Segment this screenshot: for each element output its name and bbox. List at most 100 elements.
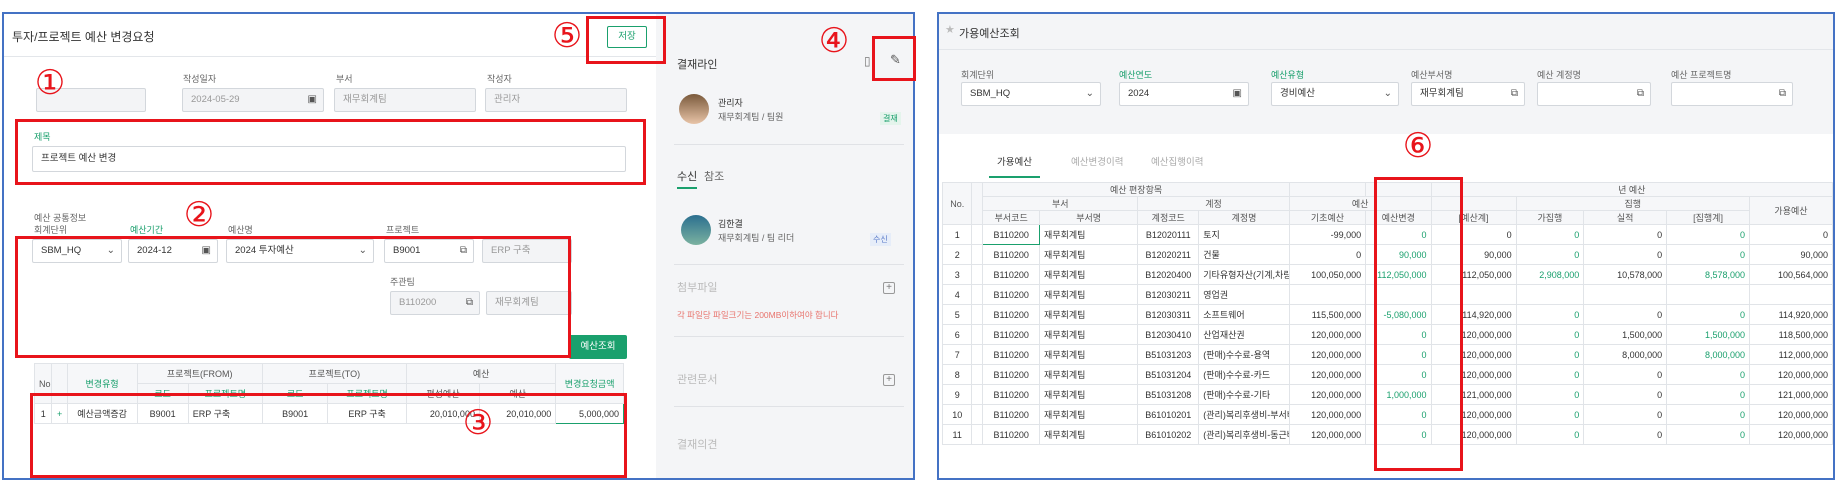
type-select[interactable]: 경비예산 ⌄ — [1271, 82, 1399, 106]
row-amount[interactable]: 5,000,000 — [555, 403, 624, 424]
table-row[interactable]: 1 B110200 재무회계팀 B12020111 토지 -99,000 0 0 0 0 0 0 — [941, 224, 1833, 245]
table-row[interactable]: 1 + 예산금액증감 B9001 ERP 구축 B9001 ERP 구축 20,… — [33, 403, 624, 424]
copy-icon[interactable]: ⧉ — [1637, 83, 1644, 105]
cell-av: 0 — [1748, 224, 1833, 245]
budget-name-label: 예산명 — [228, 225, 253, 235]
cell-blank — [971, 324, 984, 345]
tab-change-history[interactable]: 예산변경이력 — [1071, 154, 1123, 168]
cell-av: 90,000 — [1748, 244, 1833, 265]
date-label: 작성일자 — [183, 74, 217, 84]
col-budget: 예산 — [405, 363, 557, 384]
cell-act: 0 — [1583, 424, 1668, 445]
period-field[interactable]: 2024-12 ▣ — [128, 239, 218, 263]
table-row[interactable]: 7 B110200 재무회계팀 B51031203 (판매)수수료-용역 120,000,… — [941, 344, 1833, 365]
plus-icon[interactable]: + — [883, 282, 895, 294]
unit-select[interactable]: SBM_HQ ⌄ — [961, 82, 1101, 106]
cell-dn: 재무회계팀 — [1039, 424, 1139, 445]
cell-dc[interactable]: B110200 — [982, 404, 1041, 425]
year-field[interactable]: 2024 ▣ — [1119, 82, 1249, 106]
col-budget2: 예산 — [478, 383, 557, 404]
copy-icon[interactable]: ⧉ — [1511, 83, 1518, 105]
star-icon[interactable]: ★ — [945, 23, 955, 36]
cell-dc[interactable]: B110200 — [982, 264, 1041, 285]
tab-receive[interactable]: 수신 — [677, 168, 698, 189]
copy-icon[interactable]: ⧉ — [460, 240, 467, 262]
table-row[interactable]: 11B110200재무회계팀B61010202(관리)복리후생비-동근버스비12… — [941, 424, 1833, 445]
account-field[interactable]: ⧉ — [1537, 82, 1651, 106]
cell-act — [1583, 284, 1668, 305]
plus-icon[interactable]: + — [883, 374, 895, 386]
copy-icon[interactable]: ⧉ — [466, 292, 473, 314]
cell-dc[interactable]: B110200 — [982, 384, 1041, 405]
cell-ac: B61010201 — [1137, 404, 1200, 425]
cell-dc[interactable]: B110200 — [982, 224, 1041, 245]
owner-code-field[interactable]: B110200 ⧉ — [390, 291, 480, 315]
plus-icon[interactable]: + — [51, 403, 68, 424]
budget-query-button[interactable]: 예산조회 — [569, 335, 627, 359]
cell-es — [1666, 284, 1750, 305]
table-row[interactable]: 3B110200재무회계팀B12020400기타유형자산(기계,차량,비...1… — [941, 264, 1833, 285]
cell-ac: B12020400 — [1137, 264, 1200, 285]
project-code-field[interactable]: B9001 ⧉ — [384, 239, 474, 263]
cell-chg: 1,000,000 — [1365, 384, 1432, 405]
tab-reference[interactable]: 참조 — [704, 168, 724, 184]
date-field[interactable]: 2024-05-29 ▣ — [182, 88, 324, 112]
subject-input[interactable]: 프로젝트 예산 변경 — [32, 146, 626, 172]
col-base: 기초예산 — [1288, 210, 1367, 225]
unit-select[interactable]: SBM_HQ ⌄ — [32, 239, 122, 263]
cell-sum: 90,000 — [1430, 244, 1517, 265]
cell-es: 8,578,000 — [1666, 264, 1750, 285]
cell-es: 1,500,000 — [1666, 324, 1750, 345]
budget-name-select[interactable]: 2024 투자예산 ⌄ — [226, 239, 374, 263]
col-no: No. — [941, 182, 973, 225]
col-blank — [971, 182, 984, 225]
cell-an: (판매)수수료-용역 — [1198, 344, 1290, 365]
dept-field[interactable]: 재무회계팀 ⧉ — [1411, 82, 1525, 106]
cell-pre: 0 — [1515, 244, 1585, 265]
cell-pre: 0 — [1515, 304, 1585, 325]
cell-dc[interactable]: B110200 — [982, 284, 1041, 305]
project-field[interactable]: ⧉ — [1671, 82, 1793, 106]
cell-base: 120,000,000 — [1288, 384, 1367, 405]
col-sum: [예산계] — [1430, 210, 1517, 225]
cell-blank — [971, 264, 984, 285]
copy-icon[interactable]: ⧉ — [1779, 83, 1786, 105]
table-row[interactable]: 2 B110200 재무회계팀 B12020211 건물 0 90,000 90,000 0 0 0… — [941, 244, 1833, 265]
annotation-number-5: ⑤ — [551, 17, 583, 55]
cell-an: (관리)복리후생비-부서비 — [1198, 404, 1290, 425]
cell-dc[interactable]: B110200 — [982, 364, 1041, 385]
cell-sum — [1430, 284, 1517, 305]
cell-dc[interactable]: B110200 — [982, 424, 1041, 445]
table-row[interactable]: 9 B110200 재무회계팀 B51031208 (판매)수수료-기타 120,000,… — [941, 384, 1833, 405]
table-row[interactable]: 8 B110200 재무회계팀 B51031204 (판매)수수료-카드 120,000,… — [941, 364, 1833, 385]
budget-rows: 1 B110200 재무회계팀 B12020111 토지 -99,000 0 0 0 0 0 0 2 B1… — [941, 224, 1833, 445]
cell-chg: 0 — [1365, 324, 1432, 345]
save-button[interactable]: 저장 — [607, 26, 647, 48]
row-to-code[interactable]: B9001 — [261, 403, 329, 424]
cell-dn: 재무회계팀 — [1039, 304, 1139, 325]
project-name-field: ERP 구축 — [482, 239, 572, 263]
cell-no: 9 — [941, 384, 973, 405]
table-row[interactable]: 6 B110200 재무회계팀 B12030410 산업재산권 120,000,000 0 1… — [941, 324, 1833, 345]
row-type[interactable]: 예산금액증감 — [66, 403, 138, 424]
cell-dc[interactable]: B110200 — [982, 344, 1041, 365]
dept-field: 재무회계팀 — [334, 88, 476, 112]
table-row[interactable]: 10 B110200 재무회계팀 B61010201 (관리)복리후생비-부서비 120,… — [941, 404, 1833, 425]
row-from-code[interactable]: B9001 — [136, 403, 189, 424]
chevron-down-icon: ⌄ — [1085, 88, 1094, 99]
clipboard-icon[interactable]: ▯ — [864, 54, 871, 68]
cell-pre: 0 — [1515, 424, 1585, 445]
table-row[interactable]: 5 B110200 재무회계팀 B12030311 소프트웨어 115,500,000 -5… — [941, 304, 1833, 325]
cell-dc[interactable]: B110200 — [982, 244, 1041, 265]
divider — [674, 144, 904, 145]
change-request-table: No. 변경유형 프로젝트(FROM) 프로젝트(TO) 예산 변경요청금액 코… — [33, 363, 624, 424]
edit-icon[interactable]: ✎ — [890, 52, 901, 68]
cell-dc[interactable]: B110200 — [982, 304, 1041, 325]
cell-act: 8,000,000 — [1583, 344, 1668, 365]
cell-dc[interactable]: B110200 — [982, 324, 1041, 345]
cell-act: 0 — [1583, 224, 1668, 245]
table-row[interactable]: 4 B110200 재무회계팀 B12030211 영업권 — [941, 284, 1833, 305]
tab-available[interactable]: 가용예산 — [989, 154, 1040, 178]
col-acct-code: 계정코드 — [1137, 210, 1200, 225]
tab-exec-history[interactable]: 예산집행이력 — [1151, 154, 1203, 168]
